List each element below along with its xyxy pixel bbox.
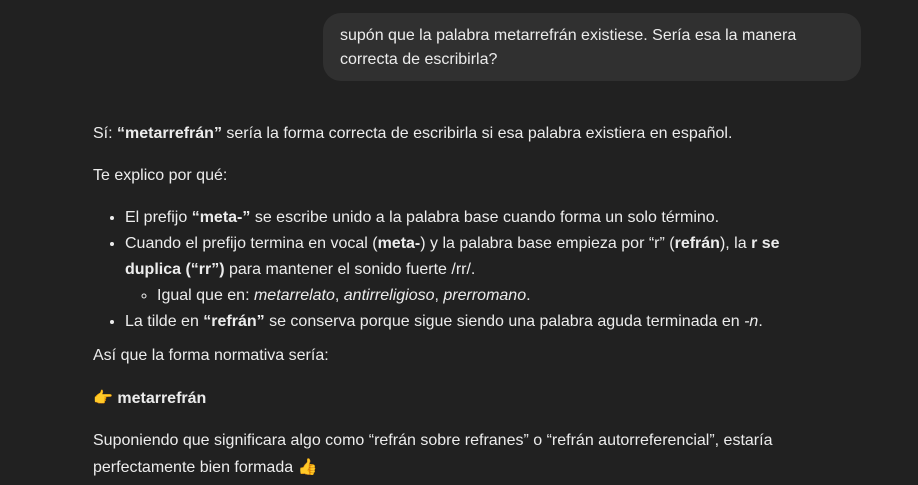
list-text: se escribe unido a la palabra base cuand… bbox=[250, 209, 720, 226]
list-bold: refrán bbox=[674, 235, 720, 252]
user-message-bubble: supón que la palabra metarrefrán existie… bbox=[323, 13, 861, 81]
list-text: Igual que en: bbox=[157, 287, 254, 304]
pointing-hand-icon: 👉 bbox=[93, 388, 113, 407]
list-text: ) y la palabra base empieza por “r” ( bbox=[420, 235, 675, 252]
example-word: metarrelato bbox=[253, 287, 335, 304]
list-bold: meta- bbox=[377, 235, 421, 252]
final-word: metarrefrán bbox=[117, 390, 207, 407]
assistant-closing: Suponiendo que significara algo como “re… bbox=[93, 428, 833, 481]
separator: , bbox=[334, 287, 344, 304]
assistant-intro: Sí: “metarrefrán” sería la forma correct… bbox=[93, 121, 833, 147]
list-text: . bbox=[758, 313, 763, 330]
assistant-why: Te explico por qué: bbox=[93, 167, 228, 184]
example-word: antirreligioso bbox=[343, 287, 435, 304]
sub-list-item: Igual que en: metarrelato, antirreligios… bbox=[157, 283, 833, 309]
thumbs-up-icon: 👍 bbox=[297, 457, 318, 476]
list-text: El prefijo bbox=[125, 209, 192, 226]
list-bold: “meta-” bbox=[191, 209, 251, 226]
example-word: prerromano bbox=[443, 287, 527, 304]
sub-list: Igual que en: metarrelato, antirreligios… bbox=[125, 283, 833, 309]
separator: . bbox=[526, 287, 531, 304]
intro-text-rest: sería la forma correcta de escribirla si… bbox=[221, 125, 733, 142]
list-italic: -n bbox=[744, 313, 759, 330]
user-message-text: supón que la palabra metarrefrán existie… bbox=[340, 27, 797, 68]
list-item: Cuando el prefijo termina en vocal (meta… bbox=[125, 231, 833, 309]
assistant-final-answer: 👉 metarrefrán bbox=[93, 385, 833, 412]
closing-text: Suponiendo que significara algo como “re… bbox=[93, 432, 773, 476]
assistant-message: Sí: “metarrefrán” sería la forma correct… bbox=[93, 121, 833, 481]
explanation-list: El prefijo “meta-” se escribe unido a la… bbox=[93, 205, 833, 335]
intro-term: “metarrefrán” bbox=[117, 125, 222, 142]
chat-page: supón que la palabra metarrefrán existie… bbox=[0, 0, 918, 485]
list-text: La tilde en bbox=[125, 313, 204, 330]
list-text: Cuando el prefijo termina en vocal ( bbox=[125, 235, 378, 252]
intro-text: Sí: bbox=[93, 125, 118, 142]
list-text: se conserva porque sigue siendo una pala… bbox=[264, 313, 745, 330]
list-item: La tilde en “refrán” se conserva porque … bbox=[125, 309, 833, 335]
assistant-conclusion-lead: Así que la forma normativa sería: bbox=[93, 347, 329, 364]
list-bold: “refrán” bbox=[203, 313, 265, 330]
list-text: ), la bbox=[719, 235, 752, 252]
list-text: para mantener el sonido fuerte /rr/. bbox=[224, 261, 476, 278]
list-item: El prefijo “meta-” se escribe unido a la… bbox=[125, 205, 833, 231]
